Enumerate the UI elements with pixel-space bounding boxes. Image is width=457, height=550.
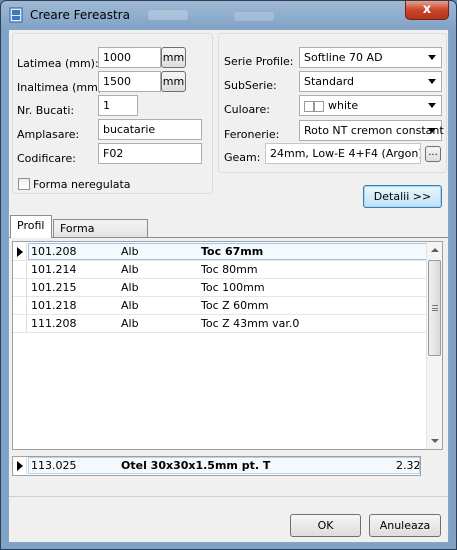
reinforcement-grid[interactable]: 113.025 Otel 30x30x1.5mm pt. T 2.32 (12, 456, 421, 476)
latimea-input[interactable]: 1000 (98, 47, 161, 68)
window-app-icon (9, 7, 23, 23)
inaltimea-unit-button[interactable]: mm (161, 71, 186, 92)
inaltimea-input[interactable]: 1500 (98, 71, 161, 92)
latimea-unit-button[interactable]: mm (161, 47, 186, 68)
geam-label: Geam: (224, 151, 261, 164)
profile-name-cell: Toc 67mm (201, 245, 264, 258)
amplasare-input[interactable]: bucatarie (98, 119, 202, 140)
chevron-down-icon (428, 55, 436, 60)
forma-neregulata-checkbox[interactable] (18, 178, 30, 190)
dialog-window: Creare Fereastra x Latimea (mm): 1000 mm… (0, 0, 457, 550)
chevron-down-icon (428, 128, 436, 133)
footer-divider (9, 496, 448, 497)
details-button[interactable]: Detalii >> (363, 185, 442, 208)
ok-button[interactable]: OK (290, 514, 361, 537)
profile-grid-scrollbar[interactable] (426, 242, 442, 449)
forma-neregulata-checkbox-label[interactable]: Forma neregulata (33, 178, 131, 191)
row-selector[interactable] (13, 457, 27, 474)
row-selector[interactable] (13, 315, 27, 332)
codificare-input[interactable]: F02 (98, 143, 202, 164)
reinforcement-value-cell: 2.32 (396, 459, 421, 472)
row-selector[interactable] (13, 243, 27, 260)
feronerie-value: Roto NT cremon constant (304, 124, 444, 137)
chevron-down-icon (428, 103, 436, 108)
serie-profile-select[interactable]: Softline 70 AD (299, 47, 442, 68)
window-title: Creare Fereastra (30, 8, 130, 22)
serie-profile-value: Softline 70 AD (304, 51, 383, 64)
scroll-up-arrow-icon[interactable] (431, 248, 439, 252)
table-row[interactable]: 111.208 Alb Toc Z 43mm var.0 (13, 315, 442, 333)
current-row-pointer-icon (17, 461, 23, 471)
amplasare-label: Amplasare: (17, 128, 80, 141)
color-swatch (304, 100, 314, 112)
table-row[interactable]: 101.214 Alb Toc 80mm (13, 261, 442, 279)
subserie-label: SubSerie: (224, 79, 277, 92)
chevron-down-icon (428, 79, 436, 84)
culoare-label: Culoare: (224, 103, 270, 116)
profile-code-cell: 101.215 (31, 281, 77, 294)
subserie-select[interactable]: Standard (299, 71, 442, 92)
feronerie-label: Feronerie: (224, 128, 280, 141)
title-bar-glare (234, 12, 274, 21)
culoare-select[interactable]: white (299, 95, 442, 116)
profile-code-cell: 101.214 (31, 263, 77, 276)
reinforcement-name-cell: Otel 30x30x1.5mm pt. T (121, 459, 271, 472)
color-swatch (314, 100, 324, 112)
nr-bucati-label: Nr. Bucati: (17, 104, 75, 117)
profile-color-cell: Alb (121, 299, 139, 312)
profile-name-cell: Toc 100mm (201, 281, 265, 294)
profile-color-cell: Alb (121, 263, 139, 276)
reinforcement-code-cell: 113.025 (31, 459, 77, 472)
codificare-label: Codificare: (17, 152, 76, 165)
tab-forma-neregulata[interactable]: Forma neregulata (53, 219, 148, 248)
title-bar-glare (148, 10, 188, 20)
row-selector[interactable] (13, 297, 27, 314)
scrollbar-thumb[interactable] (428, 260, 441, 356)
profile-code-cell: 101.218 (31, 299, 77, 312)
scroll-down-arrow-icon[interactable] (431, 439, 439, 443)
table-row[interactable]: 101.208 Alb Toc 67mm (13, 243, 442, 261)
profile-color-cell: Alb (121, 245, 139, 258)
inaltimea-label: Inaltimea (mm): (17, 81, 106, 94)
profile-code-cell: 101.208 (31, 245, 77, 258)
row-selector[interactable] (13, 261, 27, 278)
profile-name-cell: Toc Z 43mm var.0 (201, 317, 300, 330)
tab-panel-profil: 101.208 Alb Toc 67mm 101.214 Alb Toc 80m… (9, 237, 448, 495)
dialog-client-area: Latimea (mm): 1000 mm Inaltimea (mm): 15… (8, 29, 449, 543)
table-row[interactable]: 101.215 Alb Toc 100mm (13, 279, 442, 297)
profile-color-cell: Alb (121, 281, 139, 294)
geam-field[interactable]: 24mm, Low-E 4+F4 (Argon) (265, 143, 421, 164)
profile-grid[interactable]: 101.208 Alb Toc 67mm 101.214 Alb Toc 80m… (12, 241, 443, 450)
serie-profile-label: Serie Profile: (224, 55, 294, 68)
profile-name-cell: Toc Z 60mm (201, 299, 269, 312)
table-row[interactable]: 113.025 Otel 30x30x1.5mm pt. T 2.32 (13, 457, 420, 475)
close-button[interactable]: x (405, 1, 449, 20)
title-bar[interactable]: Creare Fereastra x (1, 1, 456, 29)
culoare-value: white (328, 99, 359, 112)
subserie-value: Standard (304, 75, 355, 88)
geam-browse-button[interactable]: ... (425, 146, 441, 162)
cancel-button[interactable]: Anuleaza (369, 514, 441, 537)
profile-name-cell: Toc 80mm (201, 263, 258, 276)
profile-code-cell: 111.208 (31, 317, 77, 330)
profile-color-cell: Alb (121, 317, 139, 330)
tab-profil[interactable]: Profil (10, 215, 52, 238)
nr-bucati-input[interactable]: 1 (98, 95, 138, 116)
current-row-pointer-icon (17, 247, 23, 257)
table-row[interactable]: 101.218 Alb Toc Z 60mm (13, 297, 442, 315)
feronerie-select[interactable]: Roto NT cremon constant (299, 120, 444, 141)
latimea-label: Latimea (mm): (17, 57, 99, 70)
row-selector[interactable] (13, 279, 27, 296)
grip-icon (432, 305, 438, 311)
